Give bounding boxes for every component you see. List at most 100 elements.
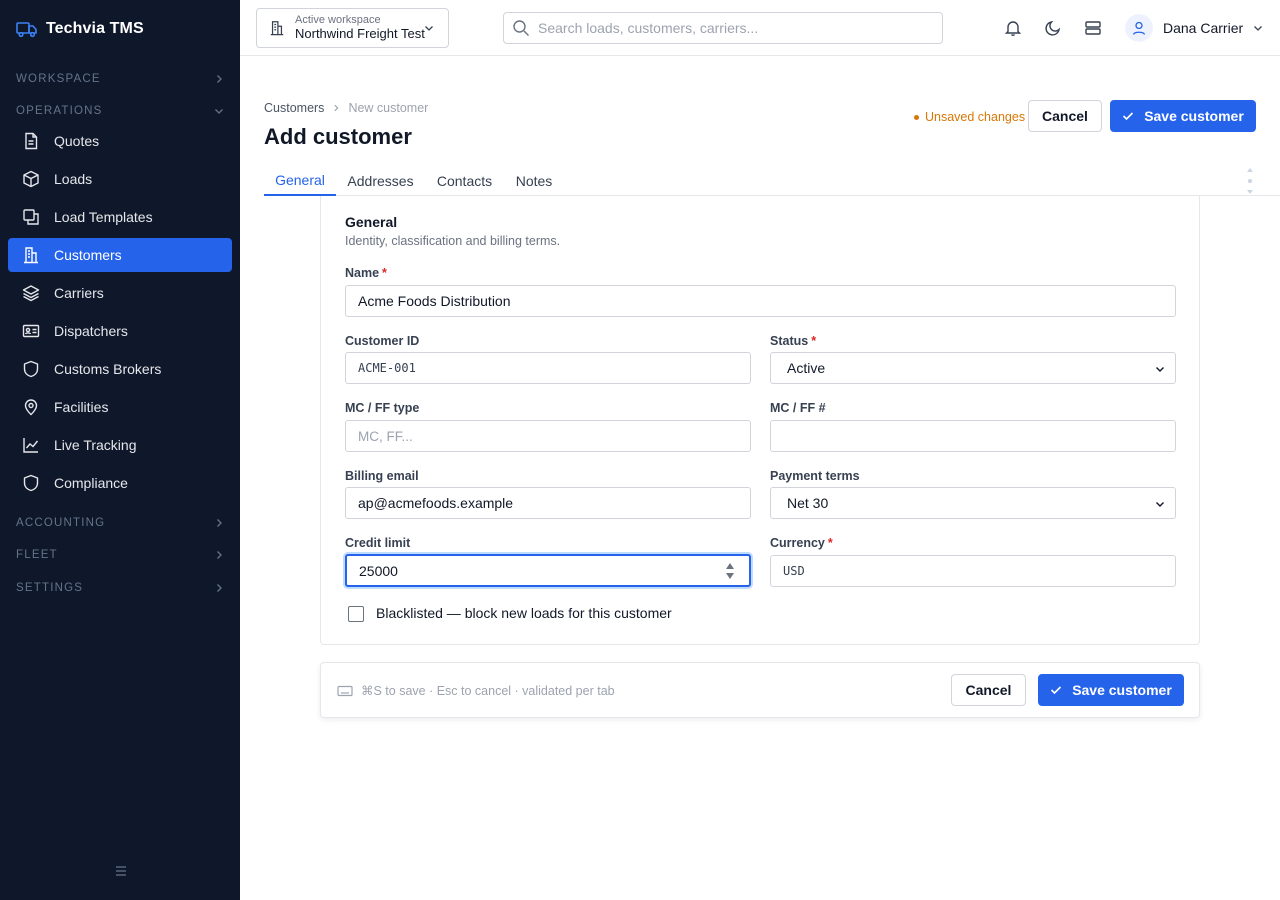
section-operations[interactable]: OPERATIONS [16, 101, 224, 121]
credit-limit-field[interactable]: 25000 [345, 554, 751, 587]
search-icon [513, 20, 529, 36]
chevron-right-icon [217, 75, 222, 83]
id-card-icon [22, 324, 40, 338]
blacklisted-checkbox[interactable] [348, 606, 364, 622]
payment-terms-value: Net 30 [787, 495, 829, 511]
page-title: Add customer [264, 124, 412, 149]
number-stepper-icon[interactable] [725, 561, 735, 581]
box-icon [23, 170, 39, 188]
payment-terms-select[interactable]: Net 30 [770, 487, 1176, 519]
chevron-down-icon [1156, 502, 1164, 507]
section-workspace-label: WORKSPACE [16, 73, 101, 85]
mc-number-label: MC / FF # [770, 401, 826, 415]
workspace-caption: Active workspace [295, 14, 381, 26]
sidebar-item-facilities[interactable]: Facilities [8, 390, 232, 424]
document-icon [25, 132, 38, 150]
section-accounting[interactable]: ACCOUNTING [16, 513, 224, 533]
sidebar-item-label: Load Templates [54, 209, 153, 225]
avatar [1125, 14, 1153, 42]
more-options-icon[interactable] [1246, 168, 1254, 194]
sidebar-item-carriers[interactable]: Carriers [8, 276, 232, 310]
unsaved-dot [914, 114, 919, 120]
footer-save-button[interactable]: Save customer [1038, 674, 1184, 706]
section-workspace[interactable]: WORKSPACE [16, 69, 224, 89]
sidebar-item-customers[interactable]: Customers [8, 238, 232, 272]
status-select[interactable]: Active [770, 352, 1176, 384]
user-menu[interactable]: Dana Carrier [1125, 14, 1263, 42]
status-value: Active [787, 360, 826, 376]
user-name: Dana Carrier [1163, 20, 1244, 36]
credit-limit-value: 25000 [359, 562, 398, 579]
breadcrumb: Customers New customer [264, 101, 428, 115]
chevron-right-icon [217, 584, 222, 592]
mc-number-field[interactable] [770, 420, 1176, 452]
sidebar-item-load-templates[interactable]: Load Templates [8, 200, 232, 234]
chevron-down-icon [215, 109, 223, 114]
bell-icon[interactable] [1004, 19, 1022, 37]
collapse-sidebar-icon[interactable] [114, 864, 128, 878]
map-pin-icon [24, 399, 38, 416]
moon-icon[interactable] [1044, 19, 1062, 37]
section-fleet[interactable]: FLEET [16, 545, 224, 565]
tab-general[interactable]: General [264, 166, 336, 196]
global-search[interactable] [503, 12, 943, 44]
tab-addresses[interactable]: Addresses [344, 166, 417, 196]
tab-notes[interactable]: Notes [512, 166, 556, 196]
section-settings-label: SETTINGS [16, 582, 84, 594]
sidebar-item-label: Quotes [54, 133, 100, 149]
general-form-card: General Identity, classification and bil… [320, 196, 1200, 645]
billing-email-field[interactable]: ap@acmefoods.example [345, 487, 751, 519]
sidebar-item-label: Customers [54, 247, 122, 263]
breadcrumb-current: New customer [348, 101, 429, 115]
section-settings[interactable]: SETTINGS [16, 578, 224, 598]
currency-field[interactable]: USD [770, 555, 1176, 587]
save-button-label: Save customer [1072, 682, 1172, 698]
sidebar-item-compliance[interactable]: Compliance [8, 466, 232, 500]
chevron-down-icon [1254, 26, 1263, 31]
sidebar-item-label: Compliance [54, 475, 128, 491]
sidebar-item-dispatchers[interactable]: Dispatchers [8, 314, 232, 348]
mc-type-label: MC / FF type [345, 401, 420, 415]
chevron-right-icon [217, 519, 222, 527]
tab-bar: General Addresses Contacts Notes [264, 166, 1280, 196]
check-icon [1123, 112, 1134, 121]
shield-icon [23, 360, 39, 378]
name-label: Name * [345, 266, 387, 280]
blacklisted-label[interactable]: Blacklisted — block new loads for this c… [376, 605, 672, 621]
section-operations-label: OPERATIONS [16, 105, 103, 117]
currency-label: Currency * [770, 536, 833, 550]
credit-limit-label: Credit limit [345, 536, 411, 550]
section-title: General [345, 214, 398, 230]
mc-type-field[interactable]: MC, FF... [345, 420, 751, 452]
breadcrumb-parent-link[interactable]: Customers [264, 101, 324, 115]
sidebar-item-quotes[interactable]: Quotes [8, 124, 232, 158]
header-save-button[interactable]: Save customer [1110, 100, 1256, 132]
workspace-name: Northwind Freight Test [295, 26, 425, 41]
workspace-switcher[interactable]: Active workspace Northwind Freight Test [256, 8, 449, 48]
footer-cancel-button[interactable]: Cancel [951, 674, 1026, 706]
brand[interactable]: Techvia TMS [16, 20, 144, 38]
section-fleet-label: FLEET [16, 549, 58, 561]
payment-terms-label: Payment terms [770, 469, 860, 483]
search-input[interactable] [538, 20, 918, 36]
chevron-right-icon [334, 104, 339, 112]
layout-icon[interactable] [1084, 19, 1102, 37]
name-field[interactable]: Acme Foods Distribution [345, 285, 1176, 317]
sidebar-item-live-tracking[interactable]: Live Tracking [8, 428, 232, 462]
building-icon [270, 21, 284, 36]
tab-contacts[interactable]: Contacts [432, 166, 497, 196]
copy-icon [23, 209, 39, 225]
chevron-right-icon [217, 551, 222, 559]
building-icon [24, 247, 38, 264]
line-chart-icon [23, 438, 39, 453]
layers-icon [22, 285, 40, 302]
section-accounting-label: ACCOUNTING [16, 517, 106, 529]
status-label: Status * [770, 334, 817, 348]
sidebar-item-customs-brokers[interactable]: Customs Brokers [8, 352, 232, 386]
sidebar-item-label: Facilities [54, 399, 109, 415]
sidebar-item-loads[interactable]: Loads [8, 162, 232, 196]
save-button-label: Save customer [1144, 108, 1244, 124]
header-cancel-button[interactable]: Cancel [1028, 100, 1102, 132]
brand-name: Techvia TMS [46, 20, 144, 37]
customer-id-field[interactable]: ACME-001 [345, 352, 751, 384]
